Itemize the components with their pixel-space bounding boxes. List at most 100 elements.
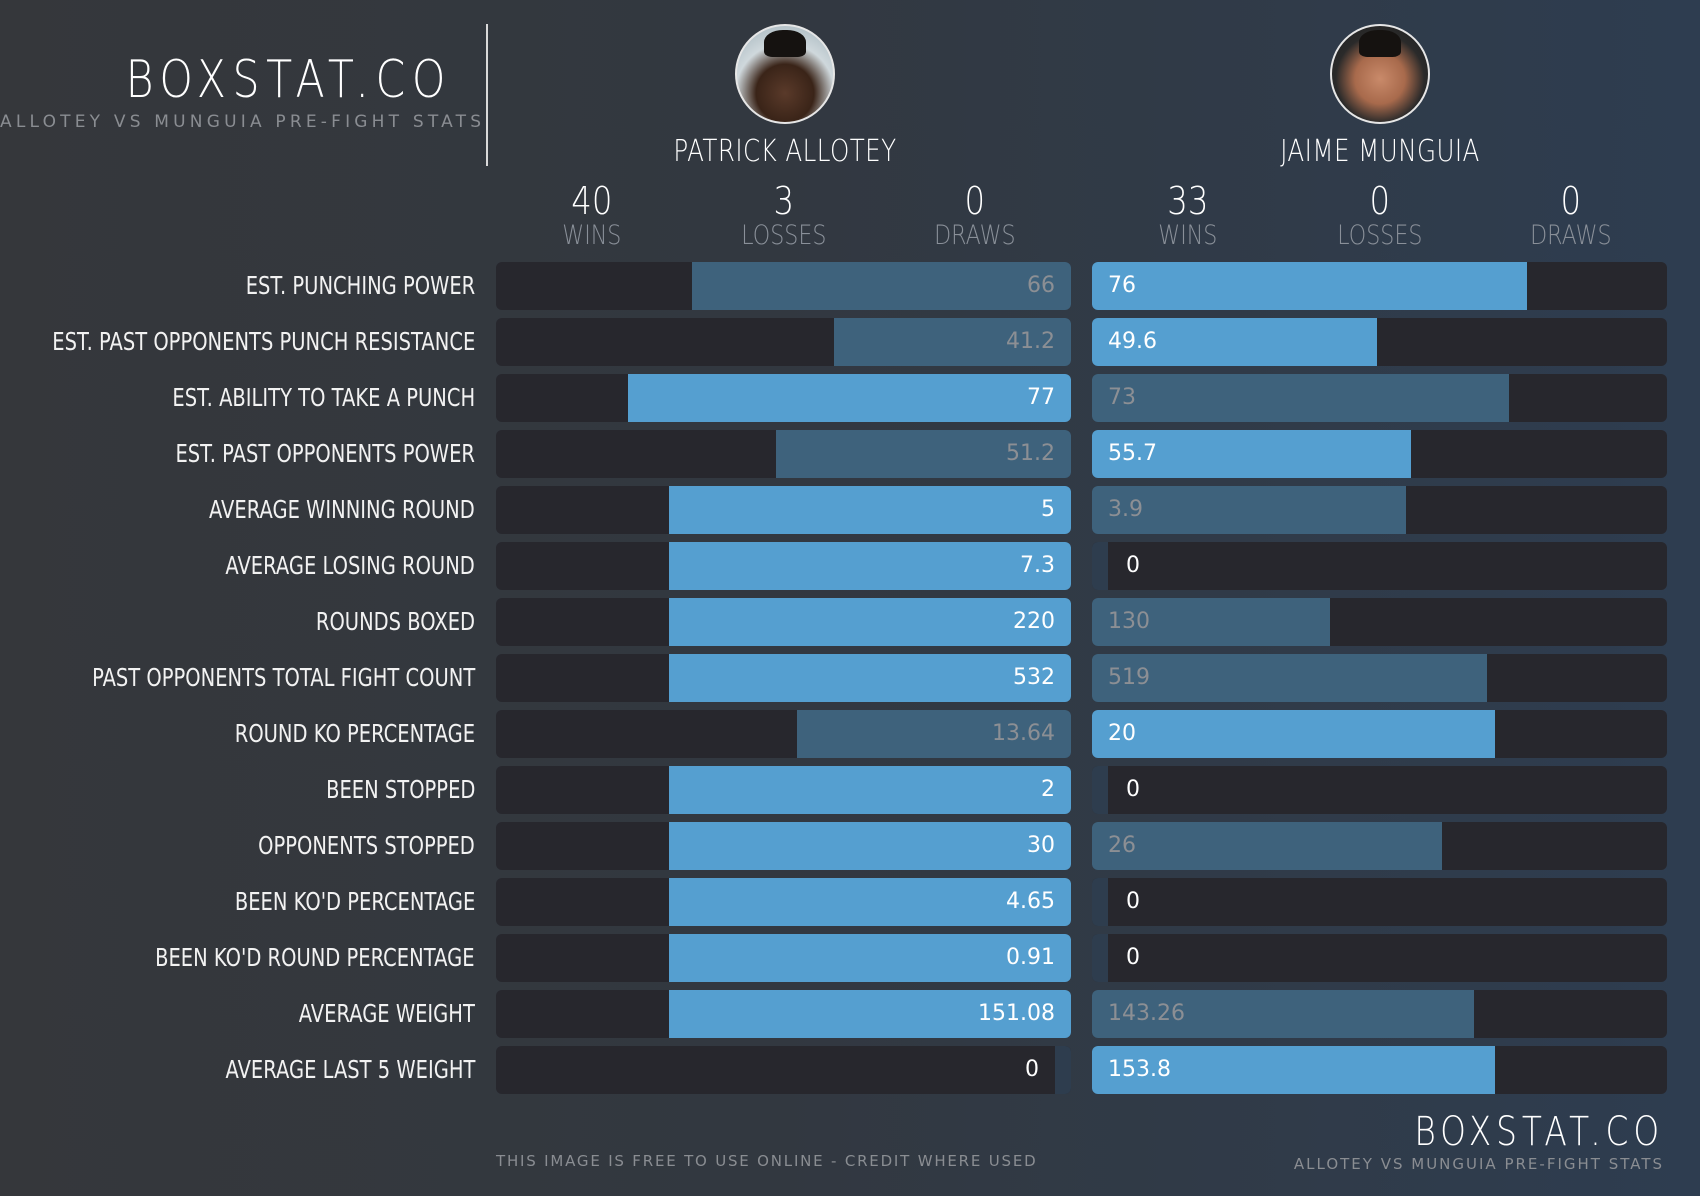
stat-label: PAST OPPONENTS TOTAL FIGHT COUNT bbox=[91, 663, 475, 692]
bar-value-label: 26 bbox=[1108, 833, 1136, 858]
bar-fill-right bbox=[1092, 878, 1108, 926]
stat-label: ROUNDS BOXED bbox=[315, 607, 475, 636]
bar-track-right: 76 bbox=[1092, 262, 1667, 310]
bar-fill-right bbox=[1092, 654, 1488, 702]
footer-brand: BOXSTAT.CO ALLOTEY VS MUNGUIA PRE-FIGHT … bbox=[1294, 1110, 1664, 1174]
stat-label: EST. PUNCHING POWER bbox=[245, 271, 475, 300]
bar-value-label: 130 bbox=[1108, 609, 1150, 634]
stat-row: BEEN STOPPED 2 0 bbox=[0, 766, 1700, 814]
bar-fill-right bbox=[1092, 822, 1443, 870]
bar-track-right: 153.8 bbox=[1092, 1046, 1667, 1094]
stat-label: BEEN STOPPED bbox=[325, 775, 475, 804]
bar-fill-right bbox=[1092, 710, 1495, 758]
bar-fill-left bbox=[668, 822, 1071, 870]
page-subtitle: ALLOTEY VS MUNGUIA PRE-FIGHT STATS bbox=[0, 112, 486, 132]
record-value: 40 bbox=[571, 179, 613, 223]
stat-row: BEEN KO'D PERCENTAGE 4.65 0 bbox=[0, 878, 1700, 926]
record-munguia: 33 WINS 0 LOSSES 0 DRAWS bbox=[1092, 180, 1667, 250]
stat-label: AVERAGE WINNING ROUND bbox=[209, 495, 475, 524]
footer-note: THIS IMAGE IS FREE TO USE ONLINE - CREDI… bbox=[496, 1152, 1038, 1170]
record-draws: 0 DRAWS bbox=[879, 180, 1071, 250]
stat-row: AVERAGE LOSING ROUND 7.3 0 bbox=[0, 542, 1700, 590]
stat-label: AVERAGE LOSING ROUND bbox=[225, 551, 475, 580]
bar-value-label: 77 bbox=[1027, 385, 1055, 410]
bar-track-left: 5 bbox=[496, 486, 1071, 534]
record-value: 0 bbox=[1560, 179, 1582, 223]
stat-row: PAST OPPONENTS TOTAL FIGHT COUNT 532 519 bbox=[0, 654, 1700, 702]
bar-track-left: 51.2 bbox=[496, 430, 1071, 478]
bar-value-label: 41.2 bbox=[1006, 329, 1055, 354]
bar-track-left: 30 bbox=[496, 822, 1071, 870]
bar-fill-right bbox=[1092, 374, 1510, 422]
bar-track-left: 0 bbox=[496, 1046, 1071, 1094]
bar-value-label: 73 bbox=[1108, 385, 1136, 410]
stat-label: AVERAGE LAST 5 WEIGHT bbox=[225, 1055, 475, 1084]
stat-row: ROUND KO PERCENTAGE 13.64 20 bbox=[0, 710, 1700, 758]
record-wins: 33 WINS bbox=[1092, 180, 1284, 250]
bar-track-left: 220 bbox=[496, 598, 1071, 646]
bar-value-label: 220 bbox=[1013, 609, 1055, 634]
bar-track-left: 2 bbox=[496, 766, 1071, 814]
bar-value-label: 0 bbox=[1126, 945, 1140, 970]
stat-row: OPPONENTS STOPPED 30 26 bbox=[0, 822, 1700, 870]
bar-value-label: 55.7 bbox=[1108, 441, 1157, 466]
stat-label: EST. PAST OPPONENTS POWER bbox=[175, 439, 475, 468]
record-label: WINS bbox=[562, 220, 622, 251]
stat-row: AVERAGE WEIGHT 151.08 143.26 bbox=[0, 990, 1700, 1038]
bar-track-left: 41.2 bbox=[496, 318, 1071, 366]
bar-track-right: 0 bbox=[1092, 878, 1667, 926]
bar-track-right: 20 bbox=[1092, 710, 1667, 758]
bar-value-label: 143.26 bbox=[1108, 1001, 1185, 1026]
fighter-header-allotey: PATRICK ALLOTEY bbox=[585, 24, 985, 170]
record-allotey: 40 WINS 3 LOSSES 0 DRAWS bbox=[496, 180, 1071, 250]
record-draws: 0 DRAWS bbox=[1475, 180, 1667, 250]
footer-subtitle: ALLOTEY VS MUNGUIA PRE-FIGHT STATS bbox=[1293, 1155, 1664, 1173]
bar-value-label: 66 bbox=[1027, 273, 1055, 298]
bar-value-label: 0 bbox=[1126, 553, 1140, 578]
bar-value-label: 2 bbox=[1041, 777, 1055, 802]
bar-track-right: 49.6 bbox=[1092, 318, 1667, 366]
bar-track-right: 0 bbox=[1092, 766, 1667, 814]
bar-value-label: 0 bbox=[1025, 1057, 1039, 1082]
bar-fill-right bbox=[1092, 262, 1528, 310]
bar-value-label: 519 bbox=[1108, 665, 1150, 690]
stat-row: EST. PUNCHING POWER 66 76 bbox=[0, 262, 1700, 310]
bar-value-label: 151.08 bbox=[978, 1001, 1055, 1026]
header-divider bbox=[486, 24, 488, 166]
bar-track-left: 532 bbox=[496, 654, 1071, 702]
bar-value-label: 13.64 bbox=[992, 721, 1055, 746]
record-value: 0 bbox=[1369, 179, 1390, 223]
record-value: 0 bbox=[964, 179, 986, 223]
bar-value-label: 49.6 bbox=[1108, 329, 1157, 354]
bar-value-label: 20 bbox=[1108, 721, 1136, 746]
stat-row: ROUNDS BOXED 220 130 bbox=[0, 598, 1700, 646]
stat-row: AVERAGE WINNING ROUND 5 3.9 bbox=[0, 486, 1700, 534]
brand-block: BOXSTAT.CO ALLOTEY VS MUNGUIA PRE-FIGHT … bbox=[0, 50, 486, 134]
bar-value-label: 0 bbox=[1126, 777, 1140, 802]
fighter-name: JAIME MUNGUIA bbox=[1280, 134, 1480, 169]
record-label: LOSSES bbox=[740, 220, 827, 251]
bar-value-label: 153.8 bbox=[1108, 1057, 1171, 1082]
bar-value-label: 3.9 bbox=[1108, 497, 1143, 522]
stat-row: EST. ABILITY TO TAKE A PUNCH 77 73 bbox=[0, 374, 1700, 422]
record-label: DRAWS bbox=[1530, 220, 1612, 251]
stat-label: EST. ABILITY TO TAKE A PUNCH bbox=[172, 383, 475, 412]
bar-track-left: 66 bbox=[496, 262, 1071, 310]
bar-fill-left bbox=[668, 654, 1071, 702]
bar-track-right: 3.9 bbox=[1092, 486, 1667, 534]
brand-logo: BOXSTAT.CO bbox=[125, 50, 452, 110]
bar-fill-left bbox=[1055, 1046, 1071, 1094]
fighter-portrait-icon bbox=[735, 24, 835, 124]
stat-row: EST. PAST OPPONENTS PUNCH RESISTANCE 41.2… bbox=[0, 318, 1700, 366]
bar-track-left: 13.64 bbox=[496, 710, 1071, 758]
fighter-name: PATRICK ALLOTEY bbox=[673, 134, 897, 169]
bar-value-label: 51.2 bbox=[1006, 441, 1055, 466]
record-losses: 3 LOSSES bbox=[688, 180, 880, 250]
record-label: LOSSES bbox=[1336, 220, 1423, 251]
stat-row: EST. PAST OPPONENTS POWER 51.2 55.7 bbox=[0, 430, 1700, 478]
bar-fill-left bbox=[668, 598, 1071, 646]
bar-value-label: 76 bbox=[1108, 273, 1136, 298]
bar-track-right: 519 bbox=[1092, 654, 1667, 702]
bar-value-label: 4.65 bbox=[1006, 889, 1055, 914]
bar-fill-left bbox=[691, 262, 1071, 310]
